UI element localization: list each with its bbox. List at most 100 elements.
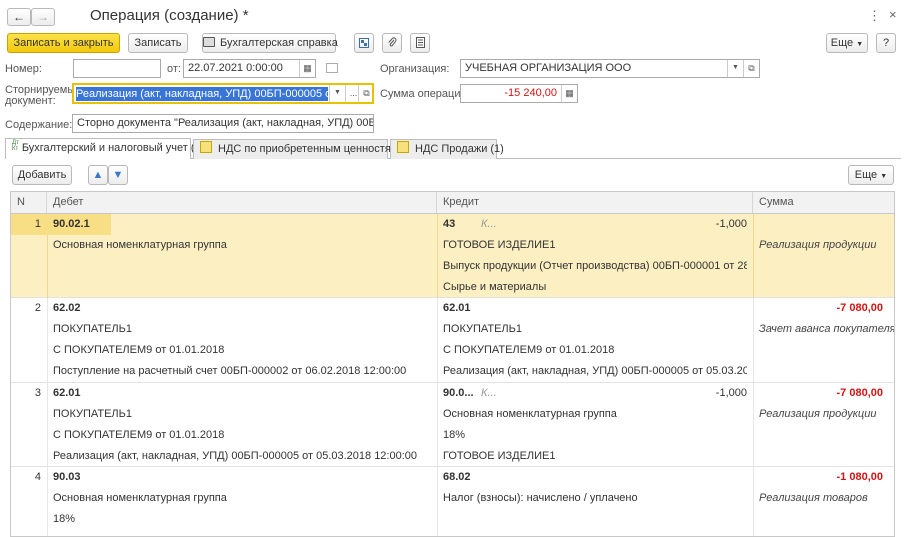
open-icon[interactable]: ⧉ <box>743 60 759 77</box>
entry-comment: Зачет аванса покупателя <box>759 323 895 335</box>
column-header-sum: Сумма <box>759 196 794 208</box>
storno-document-field[interactable]: Реализация (акт, накладная, УПД) 00БП-00… <box>72 83 374 104</box>
tab-accounting[interactable]: Дт Кт Бухгалтерский и налоговый учет (4) <box>5 138 204 159</box>
page-title: Операция (создание) * <box>90 7 249 24</box>
tab-vat-purchased[interactable]: НДС по приобретенным ценностям (1) <box>193 139 415 159</box>
column-divider <box>753 214 754 298</box>
credit-account: 43 <box>443 218 456 230</box>
dropdown-icon[interactable]: ▼ <box>329 85 345 102</box>
paperclip-icon <box>388 37 397 47</box>
debit-subconto: ПОКУПАТЕЛЬ1 <box>53 408 132 420</box>
credit-subconto: Выпуск продукции (Отчет производства) 00… <box>443 260 747 272</box>
column-header-debit: Дебет <box>47 192 437 213</box>
column-divider <box>753 298 754 383</box>
back-button[interactable]: ← <box>7 8 31 26</box>
credit-subconto: Основная номенклатурная группа <box>443 408 617 420</box>
content-field[interactable]: Сторно документа "Реализация (акт, накла… <box>72 114 374 133</box>
sum-value: -15 240,00 <box>504 87 557 99</box>
save-and-close-button[interactable]: Записать и закрыть <box>7 33 120 53</box>
credit-account: 90.0... <box>443 387 474 399</box>
credit-subconto: С ПОКУПАТЕЛЕМ9 от 01.01.2018 <box>443 344 615 356</box>
more-label: Еще <box>830 37 854 49</box>
tab-vat-sales[interactable]: НДС Продажи (1) <box>390 139 504 159</box>
date-period-icon[interactable] <box>326 63 338 73</box>
column-divider <box>437 298 438 383</box>
dropdown-icon[interactable]: ▼ <box>727 60 743 77</box>
entry-comment: Реализация товаров <box>759 492 868 504</box>
structure-button[interactable] <box>354 33 374 53</box>
entry-sum: -7 080,00 <box>836 302 883 314</box>
attach-button[interactable] <box>382 33 402 53</box>
organization-value: УЧЕБНАЯ ОРГАНИЗАЦИЯ ООО <box>465 62 632 74</box>
storno-label-line2: документ: <box>5 95 56 107</box>
printer-icon <box>203 37 215 47</box>
row-number: 1 <box>34 218 41 230</box>
credit-qty-label: К... <box>481 218 497 230</box>
table-row[interactable]: 2 62.02 ПОКУПАТЕЛЬ1 С ПОКУПАТЕЛЕМ9 от 01… <box>11 298 895 383</box>
column-divider <box>437 467 438 536</box>
credit-subconto: ПОКУПАТЕЛЬ1 <box>443 323 522 335</box>
date-label: от: <box>167 63 181 75</box>
credit-qty: -1,000 <box>715 387 747 399</box>
credit-subconto: ГОТОВОЕ ИЗДЕЛИЕ1 <box>443 450 556 462</box>
vat-icon <box>397 141 409 153</box>
debit-subconto: Основная номенклатурная группа <box>53 492 227 504</box>
calculator-icon[interactable]: ▦ <box>561 85 577 102</box>
credit-subconto: Реализация (акт, накладная, УПД) 00БП-00… <box>443 365 747 377</box>
credit-subconto: ГОТОВОЕ ИЗДЕЛИЕ1 <box>443 239 556 251</box>
table-row[interactable]: 4 90.03 Основная номенклатурная группа 1… <box>11 467 894 536</box>
chevron-down-icon: ▼ <box>856 41 864 48</box>
debit-subconto: С ПОКУПАТЕЛЕМ9 от 01.01.2018 <box>53 344 225 356</box>
more-button[interactable]: Еще ▼ <box>826 33 868 53</box>
credit-subconto: Налог (взносы): начислено / уплачено <box>443 492 638 504</box>
dt-kt-icon: Дт Кт <box>12 140 19 152</box>
vat-icon <box>200 141 212 153</box>
column-divider <box>437 214 438 298</box>
add-row-button[interactable]: Добавить <box>12 165 72 185</box>
row-number: 2 <box>34 302 41 314</box>
tab-label: НДС по приобретенным ценностям (1) <box>218 143 415 155</box>
report-button[interactable] <box>410 33 430 53</box>
close-icon[interactable]: × <box>889 7 897 22</box>
calendar-icon[interactable]: ▦ <box>299 60 315 77</box>
help-button[interactable]: ? <box>876 33 896 53</box>
debit-subconto: С ПОКУПАТЕЛЕМ9 от 01.01.2018 <box>53 429 225 441</box>
tab-label: НДС Продажи (1) <box>415 143 504 155</box>
forward-arrow-icon: → <box>37 10 49 24</box>
move-up-button[interactable]: ▲ <box>88 165 108 185</box>
organization-field[interactable]: УЧЕБНАЯ ОРГАНИЗАЦИЯ ООО ▼ ⧉ <box>460 59 760 78</box>
chevron-down-icon: ▼ <box>880 173 888 180</box>
grid-more-label: Еще <box>854 169 878 181</box>
sum-field[interactable]: -15 240,00 ▦ <box>460 84 578 103</box>
table-header: N Дебет Кредит Сумма <box>11 192 894 214</box>
save-button[interactable]: Записать <box>128 33 188 53</box>
column-divider <box>47 383 48 467</box>
column-divider <box>437 383 438 467</box>
number-field[interactable] <box>73 59 161 78</box>
table-row[interactable]: 1 90.02.1 Основная номенклатурная группа… <box>11 214 894 298</box>
grid-more-button[interactable]: Еще ▼ <box>848 165 894 185</box>
window-menu-icon[interactable]: ⋮ <box>868 8 881 24</box>
debit-subconto: ПОКУПАТЕЛЬ1 <box>53 323 132 335</box>
table-row[interactable]: 3 62.01 ПОКУПАТЕЛЬ1 С ПОКУПАТЕЛЕМ9 от 01… <box>11 383 894 467</box>
debit-subconto: 18% <box>53 513 76 525</box>
report-icon <box>415 37 425 48</box>
debit-account: 90.03 <box>53 471 81 483</box>
column-divider <box>753 383 754 467</box>
date-field[interactable]: 22.07.2021 0:00:00 ▦ <box>183 59 316 78</box>
debit-account: 62.01 <box>53 387 81 399</box>
debit-subconto: Реализация (акт, накладная, УПД) 00БП-00… <box>53 450 418 462</box>
forward-button[interactable]: → <box>31 8 55 26</box>
accounting-ref-button[interactable]: Бухгалтерская справка <box>202 33 338 53</box>
number-label: Номер: <box>5 63 42 75</box>
storno-document-value: Реализация (акт, накладная, УПД) 00БП-00… <box>76 87 328 101</box>
debit-subconto: Основная номенклатурная группа <box>53 239 227 251</box>
entry-sum: -7 080,00 <box>836 387 883 399</box>
structure-icon <box>359 38 369 48</box>
open-icon[interactable]: ⧉ <box>358 85 374 102</box>
accounting-ref-label: Бухгалтерская справка <box>220 37 338 49</box>
move-down-button[interactable]: ▼ <box>108 165 128 185</box>
credit-subconto: Сырье и материалы <box>443 281 547 293</box>
entry-comment: Реализация продукции <box>759 408 877 420</box>
date-value: 22.07.2021 0:00:00 <box>188 62 283 74</box>
